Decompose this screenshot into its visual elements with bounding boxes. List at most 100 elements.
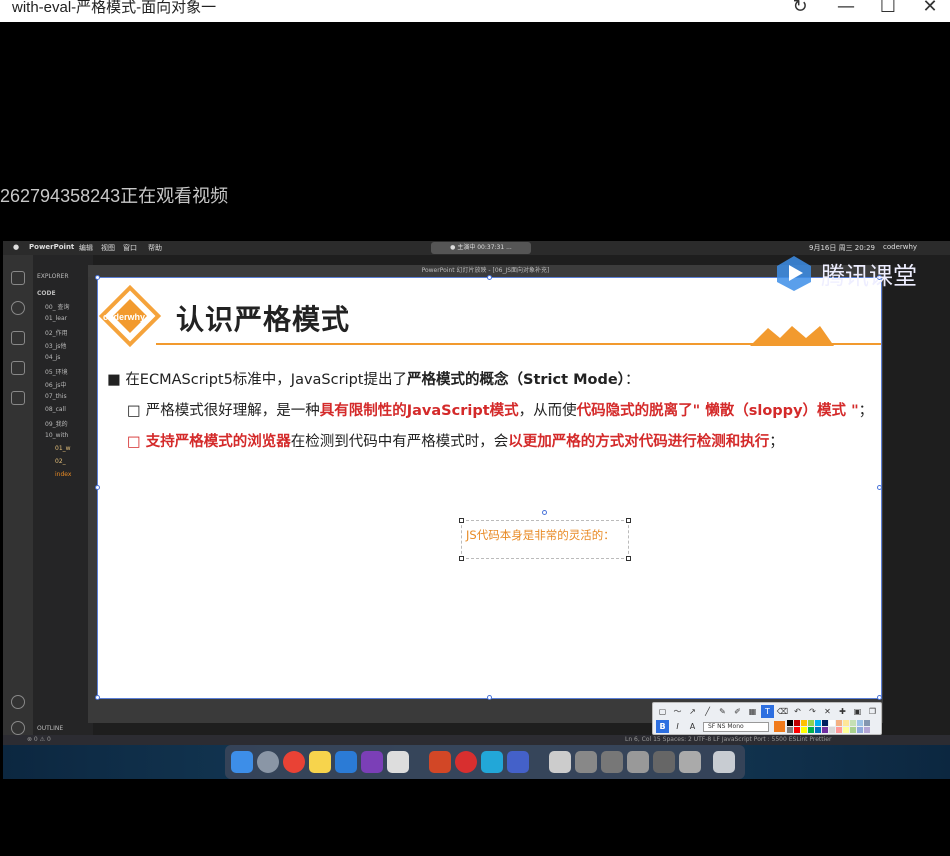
line-tool-icon[interactable]: ╱	[701, 705, 714, 718]
typora-icon[interactable]	[387, 751, 409, 773]
save-icon[interactable]: ▣	[851, 705, 864, 718]
color-swatch[interactable]	[864, 727, 870, 733]
pen-tool-icon[interactable]: ✎	[716, 705, 729, 718]
annotation-textbox[interactable]: JS代码本身是非常的灵活的：	[459, 518, 631, 561]
outline-label: OUTLINE	[37, 725, 64, 732]
explorer-item: 08_call	[45, 406, 66, 413]
menu-item-view: 视图	[101, 244, 115, 252]
pin-icon[interactable]: ✚	[836, 705, 849, 718]
undo-icon[interactable]: ↶	[791, 705, 804, 718]
maximize-button[interactable]: ☐	[876, 0, 900, 19]
netease-music-icon[interactable]	[455, 751, 477, 773]
menu-item-edit: 编辑	[79, 244, 93, 252]
marker-tool-icon[interactable]: ✐	[731, 705, 744, 718]
red-bullet-icon: □	[127, 434, 146, 450]
color-swatch[interactable]	[787, 727, 793, 733]
color-swatch[interactable]	[815, 720, 821, 726]
recording-indicator: ● 主演中 00:37:31 ...	[431, 242, 531, 254]
color-swatch[interactable]	[822, 727, 828, 733]
window-thumb-icon[interactable]	[575, 751, 597, 773]
explorer-item: 10_with	[45, 432, 69, 439]
color-swatch[interactable]	[850, 720, 856, 726]
square-bullet-icon: ■	[107, 372, 126, 388]
tencent-class-icon[interactable]	[481, 751, 503, 773]
window-thumb-icon[interactable]	[679, 751, 701, 773]
source-control-icon	[11, 331, 25, 345]
window-thumb-icon[interactable]	[601, 751, 623, 773]
close-button[interactable]: ✕	[918, 0, 942, 19]
color-swatch[interactable]	[808, 720, 814, 726]
curve-tool-icon[interactable]: 〜	[671, 705, 684, 718]
powerpoint-icon[interactable]	[429, 751, 451, 773]
color-swatch[interactable]	[808, 727, 814, 733]
launchpad-icon[interactable]	[257, 751, 279, 773]
slide-handle[interactable]	[95, 275, 100, 280]
slide-handle[interactable]	[487, 275, 492, 280]
explorer-item: 02_	[55, 458, 66, 465]
tencent-class-text: 腾讯课堂	[821, 262, 917, 290]
copy-icon[interactable]: ❐	[866, 705, 879, 718]
menu-clock: 9月16日 周三 20:29	[809, 244, 875, 252]
color-swatch[interactable]	[815, 727, 821, 733]
color-swatch[interactable]	[850, 727, 856, 733]
finder-icon[interactable]	[231, 751, 253, 773]
bullet-3-text-a: 支持严格模式的浏览器	[145, 434, 291, 450]
rotate-handle[interactable]	[542, 510, 547, 515]
play-logo-icon	[777, 256, 811, 291]
color-swatch[interactable]	[843, 720, 849, 726]
status-left: ⊗ 0 ⚠ 0	[27, 736, 51, 743]
document-icon[interactable]	[549, 751, 571, 773]
color-swatch[interactable]	[794, 720, 800, 726]
slide-handle[interactable]	[95, 695, 100, 700]
underline-button[interactable]: A	[686, 720, 699, 733]
color-swatch[interactable]	[857, 720, 863, 726]
resize-handle[interactable]	[459, 556, 464, 561]
current-color-swatch[interactable]	[774, 721, 785, 732]
close-icon[interactable]: ✕	[821, 705, 834, 718]
resize-handle[interactable]	[626, 556, 631, 561]
bold-button[interactable]: B	[656, 720, 669, 733]
color-swatch[interactable]	[801, 720, 807, 726]
redo-icon[interactable]: ↷	[806, 705, 819, 718]
italic-button[interactable]: I	[671, 720, 684, 733]
status-right: Ln 6, Col 15 Spaces: 2 UTF-8 LF JavaScri…	[625, 736, 832, 743]
color-swatch[interactable]	[794, 727, 800, 733]
explorer-item: 05_环境	[45, 369, 68, 376]
color-swatch[interactable]	[836, 720, 842, 726]
onenote-icon[interactable]	[361, 751, 383, 773]
chrome-icon[interactable]	[283, 751, 305, 773]
window-thumb-icon[interactable]	[627, 751, 649, 773]
select-tool-icon[interactable]: ▢	[656, 705, 669, 718]
eraser-tool-icon[interactable]: ⌫	[776, 705, 789, 718]
slide-handle[interactable]	[877, 485, 882, 490]
text-tool-icon[interactable]: T	[761, 705, 774, 718]
explorer-item: 04_js	[45, 354, 61, 361]
font-select[interactable]: SF NS Mono	[703, 722, 769, 732]
slide[interactable]: coderwhy 认识严格模式 ■ 在ECMAScript5标准中，JavaSc…	[95, 275, 882, 700]
mosaic-tool-icon[interactable]: ▦	[746, 705, 759, 718]
vscode-icon[interactable]	[335, 751, 357, 773]
slide-handle[interactable]	[95, 485, 100, 490]
refresh-icon[interactable]: ↻	[788, 0, 812, 19]
color-swatch[interactable]	[829, 720, 835, 726]
color-swatch[interactable]	[857, 727, 863, 733]
color-swatch[interactable]	[843, 727, 849, 733]
slide-handle[interactable]	[877, 695, 882, 700]
screenshot-icon[interactable]	[507, 751, 529, 773]
color-swatch[interactable]	[864, 720, 870, 726]
window-thumb-icon[interactable]	[653, 751, 675, 773]
color-swatch[interactable]	[787, 720, 793, 726]
trash-icon[interactable]	[713, 751, 735, 773]
minimize-button[interactable]: —	[834, 0, 858, 19]
resize-handle[interactable]	[626, 518, 631, 523]
color-swatch[interactable]	[836, 727, 842, 733]
notes-icon[interactable]	[309, 751, 331, 773]
slide-handle[interactable]	[487, 695, 492, 700]
explorer-section: CODE	[37, 290, 56, 297]
color-swatch[interactable]	[801, 727, 807, 733]
color-swatch[interactable]	[829, 727, 835, 733]
arrow-tool-icon[interactable]: ↗	[686, 705, 699, 718]
annotation-text[interactable]: JS代码本身是非常的灵活的：	[466, 527, 615, 543]
resize-handle[interactable]	[459, 518, 464, 523]
color-swatch[interactable]	[822, 720, 828, 726]
